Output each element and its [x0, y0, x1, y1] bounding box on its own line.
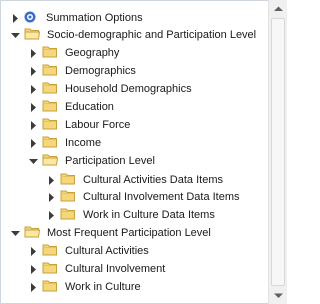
- folder-open-icon: [24, 225, 41, 241]
- expand-arrow-icon[interactable]: [47, 192, 56, 202]
- tree-item-household-demographics[interactable]: Household Demographics: [29, 80, 192, 98]
- tree-item-label: Most Frequent Participation Level: [47, 227, 211, 239]
- tree-item-label: Education: [65, 101, 114, 113]
- expand-arrow-icon[interactable]: [29, 66, 38, 76]
- folder-icon: [42, 243, 58, 259]
- tree-item-labour-force[interactable]: Labour Force: [29, 116, 130, 134]
- folder-icon: [42, 81, 58, 97]
- folder-icon: [42, 63, 58, 79]
- tree-item-geography[interactable]: Geography: [29, 44, 119, 62]
- chevron-up-icon: [274, 6, 283, 11]
- folder-open-icon: [42, 153, 59, 169]
- scroll-down-button[interactable]: [270, 287, 287, 304]
- tree-item-work-in-culture-data-items[interactable]: Work in Culture Data Items: [47, 206, 215, 224]
- folder-icon: [60, 189, 76, 205]
- chevron-down-icon: [274, 293, 283, 298]
- folder-open-icon: [24, 27, 41, 43]
- tree-item-label: Income: [65, 137, 102, 149]
- tree-item-label: Household Demographics: [65, 83, 192, 95]
- tree-item-label: Geography: [65, 47, 120, 59]
- tree-item-demographics[interactable]: Demographics: [29, 62, 136, 80]
- expand-arrow-icon[interactable]: [47, 175, 56, 185]
- tree-item-education[interactable]: Education: [29, 98, 114, 116]
- folder-icon: [60, 207, 76, 223]
- expand-arrow-icon[interactable]: [29, 282, 38, 292]
- tree-item-label: Cultural Activities: [65, 245, 149, 257]
- folder-icon: [42, 45, 58, 61]
- tree-item-cultural-activities[interactable]: Cultural Activities: [29, 242, 149, 260]
- folder-icon: [42, 117, 58, 133]
- tree-item-label: Labour Force: [65, 119, 131, 131]
- folder-icon: [42, 135, 58, 151]
- expand-arrow-icon[interactable]: [29, 102, 38, 112]
- folder-icon: [42, 261, 58, 277]
- tree-item-label: Cultural Involvement Data Items: [83, 191, 240, 203]
- expand-arrow-icon[interactable]: [29, 246, 38, 256]
- expand-arrow-icon[interactable]: [29, 264, 38, 274]
- tree-item-summation-options[interactable]: Summation Options: [11, 9, 143, 27]
- folder-icon: [60, 172, 76, 188]
- tree-item-label: Participation Level: [65, 155, 155, 167]
- folder-icon: [42, 99, 58, 115]
- tree-item-socio-demographic[interactable]: Socio-demographic and Participation Leve…: [11, 26, 256, 44]
- expand-arrow-icon[interactable]: [29, 48, 38, 58]
- tree-item-label: Cultural Involvement: [65, 263, 166, 275]
- collapse-arrow-icon[interactable]: [11, 229, 20, 238]
- expand-arrow-icon[interactable]: [29, 120, 38, 130]
- expand-arrow-icon[interactable]: [29, 138, 38, 148]
- tree-item-label: Summation Options: [46, 12, 143, 24]
- tree-item-most-frequent-participation-level[interactable]: Most Frequent Participation Level: [11, 224, 211, 242]
- scrollbar-thumb[interactable]: [271, 18, 285, 286]
- tree-item-label: Socio-demographic and Participation Leve…: [47, 29, 257, 41]
- expand-arrow-icon[interactable]: [47, 210, 56, 220]
- tree-item-cultural-activities-data-items[interactable]: Cultural Activities Data Items: [47, 171, 223, 189]
- tree-item-label: Work in Culture: [65, 281, 141, 293]
- tree-item-income[interactable]: Income: [29, 134, 101, 152]
- collapse-arrow-icon[interactable]: [11, 31, 20, 40]
- vertical-scrollbar[interactable]: [268, 0, 287, 304]
- tree-item-label: Demographics: [65, 65, 136, 77]
- collapse-arrow-icon[interactable]: [29, 157, 38, 166]
- tree-item-label: Cultural Activities Data Items: [83, 174, 223, 186]
- tree-item-label: Work in Culture Data Items: [83, 209, 215, 221]
- tree-item-cultural-involvement[interactable]: Cultural Involvement: [29, 260, 165, 278]
- scroll-up-button[interactable]: [270, 0, 287, 17]
- summation-icon: [24, 11, 36, 26]
- expand-arrow-icon[interactable]: [11, 13, 20, 23]
- tree-item-cultural-involvement-data-items[interactable]: Cultural Involvement Data Items: [47, 188, 240, 206]
- variable-tree: Summation Options Socio-demographic and …: [0, 0, 269, 304]
- expand-arrow-icon[interactable]: [29, 84, 38, 94]
- tree-item-participation-level[interactable]: Participation Level: [29, 152, 155, 170]
- tree-item-work-in-culture[interactable]: Work in Culture: [29, 278, 141, 296]
- folder-icon: [42, 279, 58, 295]
